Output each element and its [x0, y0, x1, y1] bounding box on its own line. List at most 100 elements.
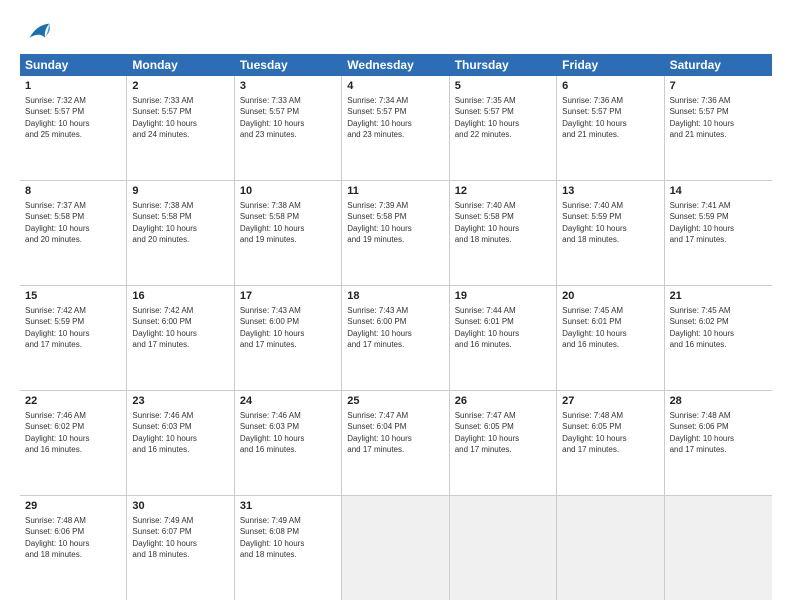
header-saturday: Saturday [665, 54, 772, 76]
day-number: 3 [240, 79, 336, 94]
day-number: 30 [132, 499, 228, 514]
calendar-cell: 28 Sunrise: 7:48 AMSunset: 6:06 PMDayligh… [665, 391, 772, 495]
cell-info: Sunrise: 7:46 AMSunset: 6:03 PMDaylight:… [132, 411, 196, 454]
day-number: 20 [562, 289, 658, 304]
day-number: 10 [240, 184, 336, 199]
calendar-cell: 22Sunrise: 7:46 AMSunset: 6:02 PMDayligh… [20, 391, 127, 495]
day-number: 11 [347, 184, 443, 199]
day-number: 23 [132, 394, 228, 409]
day-number: 5 [455, 79, 551, 94]
page: Sunday Monday Tuesday Wednesday Thursday… [0, 0, 792, 612]
calendar-cell: 14 Sunrise: 7:41 AMSunset: 5:59 PMDayligh… [665, 181, 772, 285]
cell-info: Sunrise: 7:44 AMSunset: 6:01 PMDaylight:… [455, 306, 519, 349]
calendar-cell: 9Sunrise: 7:38 AMSunset: 5:58 PMDaylight… [127, 181, 234, 285]
logo [20, 18, 52, 46]
calendar-cell: 25 Sunrise: 7:47 AMSunset: 6:04 PMDayligh… [342, 391, 449, 495]
header-friday: Friday [557, 54, 664, 76]
calendar-cell: 8 Sunrise: 7:37 AMSunset: 5:58 PMDaylight… [20, 181, 127, 285]
day-number: 12 [455, 184, 551, 199]
cell-info: Sunrise: 7:41 AMSunset: 5:59 PMDaylight:… [670, 201, 734, 244]
calendar-cell: 26 Sunrise: 7:47 AMSunset: 6:05 PMDayligh… [450, 391, 557, 495]
cell-info: Sunrise: 7:49 AMSunset: 6:07 PMDaylight:… [132, 516, 196, 559]
cell-info: Sunrise: 7:39 AMSunset: 5:58 PMDaylight:… [347, 201, 411, 244]
day-number: 26 [455, 394, 551, 409]
calendar-row: 1 Sunrise: 7:32 AMSunset: 5:57 PMDaylight… [20, 76, 772, 181]
cell-info: Sunrise: 7:35 AMSunset: 5:57 PMDaylight:… [455, 96, 519, 139]
day-number: 9 [132, 184, 228, 199]
cell-info: Sunrise: 7:47 AMSunset: 6:04 PMDaylight:… [347, 411, 411, 454]
calendar-header: Sunday Monday Tuesday Wednesday Thursday… [20, 54, 772, 76]
cell-info: Sunrise: 7:45 AMSunset: 6:01 PMDaylight:… [562, 306, 626, 349]
day-number: 16 [132, 289, 228, 304]
calendar-cell: 27 Sunrise: 7:48 AMSunset: 6:05 PMDayligh… [557, 391, 664, 495]
calendar-cell: 30 Sunrise: 7:49 AMSunset: 6:07 PMDayligh… [127, 496, 234, 600]
day-number: 27 [562, 394, 658, 409]
day-number: 31 [240, 499, 336, 514]
cell-info: Sunrise: 7:42 AMSunset: 5:59 PMDaylight:… [25, 306, 89, 349]
cell-info: Sunrise: 7:36 AMSunset: 5:57 PMDaylight:… [670, 96, 734, 139]
day-number: 6 [562, 79, 658, 94]
calendar-cell: 2 Sunrise: 7:33 AMSunset: 5:57 PMDaylight… [127, 76, 234, 180]
day-number: 28 [670, 394, 767, 409]
day-number: 13 [562, 184, 658, 199]
day-number: 7 [670, 79, 767, 94]
cell-info: Sunrise: 7:43 AMSunset: 6:00 PMDaylight:… [347, 306, 411, 349]
calendar-cell: 19 Sunrise: 7:44 AMSunset: 6:01 PMDayligh… [450, 286, 557, 390]
cell-info: Sunrise: 7:40 AMSunset: 5:58 PMDaylight:… [455, 201, 519, 244]
day-number: 15 [25, 289, 121, 304]
header-sunday: Sunday [20, 54, 127, 76]
calendar-cell: 21 Sunrise: 7:45 AMSunset: 6:02 PMDayligh… [665, 286, 772, 390]
cell-info: Sunrise: 7:48 AMSunset: 6:06 PMDaylight:… [670, 411, 734, 454]
calendar-row: 8 Sunrise: 7:37 AMSunset: 5:58 PMDaylight… [20, 181, 772, 286]
cell-info: Sunrise: 7:49 AMSunset: 6:08 PMDaylight:… [240, 516, 304, 559]
calendar-cell: 15 Sunrise: 7:42 AMSunset: 5:59 PMDayligh… [20, 286, 127, 390]
logo-bird-icon [24, 18, 52, 46]
calendar-body: 1 Sunrise: 7:32 AMSunset: 5:57 PMDaylight… [20, 76, 772, 600]
header-thursday: Thursday [450, 54, 557, 76]
calendar-cell: 3 Sunrise: 7:33 AMSunset: 5:57 PMDaylight… [235, 76, 342, 180]
calendar-cell: 24Sunrise: 7:46 AMSunset: 6:03 PMDayligh… [235, 391, 342, 495]
calendar-row: 22Sunrise: 7:46 AMSunset: 6:02 PMDayligh… [20, 391, 772, 496]
calendar-cell: 31 Sunrise: 7:49 AMSunset: 6:08 PMDayligh… [235, 496, 342, 600]
cell-info: Sunrise: 7:33 AMSunset: 5:57 PMDaylight:… [240, 96, 304, 139]
cell-info: Sunrise: 7:40 AMSunset: 5:59 PMDaylight:… [562, 201, 626, 244]
cell-info: Sunrise: 7:33 AMSunset: 5:57 PMDaylight:… [132, 96, 196, 139]
calendar-cell: 10 Sunrise: 7:38 AMSunset: 5:58 PMDayligh… [235, 181, 342, 285]
day-number: 21 [670, 289, 767, 304]
calendar-cell: 6 Sunrise: 7:36 AMSunset: 5:57 PMDaylight… [557, 76, 664, 180]
day-number: 19 [455, 289, 551, 304]
cell-info: Sunrise: 7:37 AMSunset: 5:58 PMDaylight:… [25, 201, 89, 244]
cell-info: Sunrise: 7:47 AMSunset: 6:05 PMDaylight:… [455, 411, 519, 454]
calendar-cell: 4 Sunrise: 7:34 AMSunset: 5:57 PMDaylight… [342, 76, 449, 180]
day-number: 17 [240, 289, 336, 304]
calendar: Sunday Monday Tuesday Wednesday Thursday… [20, 54, 772, 600]
header [20, 18, 772, 46]
cell-info: Sunrise: 7:38 AMSunset: 5:58 PMDaylight:… [240, 201, 304, 244]
cell-info: Sunrise: 7:45 AMSunset: 6:02 PMDaylight:… [670, 306, 734, 349]
calendar-cell: 1 Sunrise: 7:32 AMSunset: 5:57 PMDaylight… [20, 76, 127, 180]
calendar-cell [342, 496, 449, 600]
calendar-row: 15 Sunrise: 7:42 AMSunset: 5:59 PMDayligh… [20, 286, 772, 391]
day-number: 24 [240, 394, 336, 409]
day-number: 1 [25, 79, 121, 94]
cell-info: Sunrise: 7:48 AMSunset: 6:05 PMDaylight:… [562, 411, 626, 454]
day-number: 25 [347, 394, 443, 409]
day-number: 14 [670, 184, 767, 199]
calendar-cell: 11 Sunrise: 7:39 AMSunset: 5:58 PMDayligh… [342, 181, 449, 285]
cell-info: Sunrise: 7:48 AMSunset: 6:06 PMDaylight:… [25, 516, 89, 559]
day-number: 2 [132, 79, 228, 94]
header-monday: Monday [127, 54, 234, 76]
header-tuesday: Tuesday [235, 54, 342, 76]
cell-info: Sunrise: 7:34 AMSunset: 5:57 PMDaylight:… [347, 96, 411, 139]
day-number: 18 [347, 289, 443, 304]
day-number: 4 [347, 79, 443, 94]
cell-info: Sunrise: 7:32 AMSunset: 5:57 PMDaylight:… [25, 96, 89, 139]
cell-info: Sunrise: 7:42 AMSunset: 6:00 PMDaylight:… [132, 306, 196, 349]
calendar-cell: 29Sunrise: 7:48 AMSunset: 6:06 PMDayligh… [20, 496, 127, 600]
calendar-cell: 17Sunrise: 7:43 AMSunset: 6:00 PMDayligh… [235, 286, 342, 390]
calendar-cell [665, 496, 772, 600]
day-number: 22 [25, 394, 121, 409]
day-number: 8 [25, 184, 121, 199]
calendar-cell: 7 Sunrise: 7:36 AMSunset: 5:57 PMDaylight… [665, 76, 772, 180]
cell-info: Sunrise: 7:36 AMSunset: 5:57 PMDaylight:… [562, 96, 626, 139]
